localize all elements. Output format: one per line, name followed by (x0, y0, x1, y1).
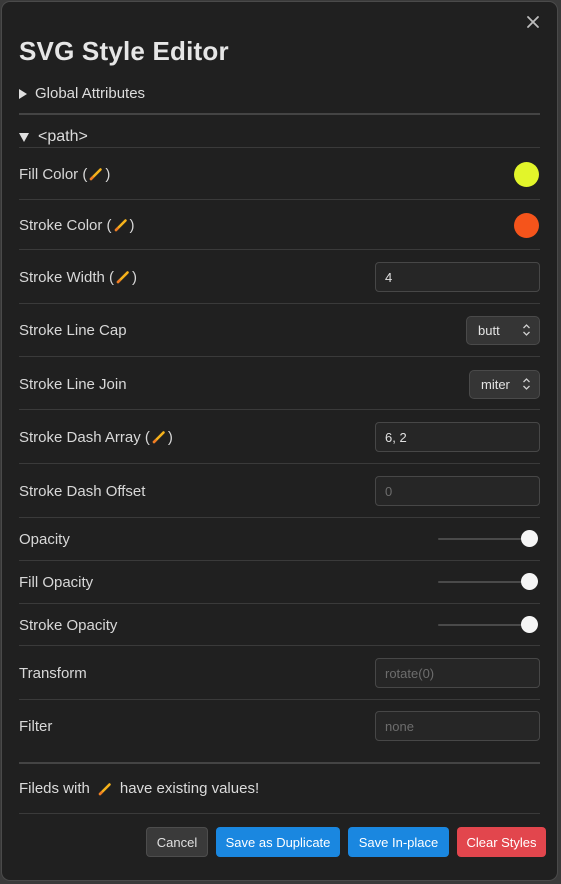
pencil-icon (152, 431, 165, 444)
label-text: ) (167, 428, 173, 446)
stroke-color-swatch[interactable] (514, 212, 539, 238)
label-text: Stroke Width ( (19, 268, 115, 286)
divider (19, 517, 540, 518)
filter-input[interactable]: none (375, 711, 540, 741)
fill-color-swatch[interactable] (514, 161, 539, 187)
style-editor-dialog: SVG Style Editor Global Attributes <path… (1, 1, 558, 881)
global-attributes-label: Global Attributes (35, 85, 146, 102)
opacity-row: Opacity (19, 529, 540, 549)
transform-label: Transform (19, 664, 87, 682)
slider-thumb[interactable] (521, 530, 538, 547)
caret-down-icon (19, 132, 29, 142)
chevron-updown-icon (523, 378, 530, 390)
slider-track (438, 624, 529, 626)
label-text: ) (105, 165, 111, 183)
stroke-opacity-row: Stroke Opacity (19, 615, 540, 635)
select-value: butt (478, 322, 500, 338)
slider-track (438, 538, 529, 540)
clear-styles-button[interactable]: Clear Styles (457, 827, 546, 857)
divider (19, 409, 540, 410)
close-icon[interactable] (525, 14, 541, 30)
path-section-label: <path> (38, 128, 88, 145)
divider (19, 199, 540, 200)
stroke-dasharray-label: Stroke Dash Array ( ) (19, 429, 173, 446)
divider (19, 113, 540, 115)
divider (19, 249, 540, 250)
opacity-slider[interactable] (438, 530, 538, 548)
slider-track (438, 581, 529, 583)
stroke-opacity-slider[interactable] (438, 616, 538, 634)
note-text: have existing values! (119, 780, 260, 797)
stroke-dasharray-input[interactable]: 6, 2 (375, 422, 540, 452)
transform-input[interactable]: rotate(0) (375, 658, 540, 688)
stroke-dashoffset-label: Stroke Dash Offset (19, 482, 146, 500)
stroke-linejoin-row: Stroke Line Join miter (19, 369, 540, 399)
fill-opacity-slider[interactable] (438, 573, 538, 591)
stroke-width-row: Stroke Width ( ) 4 (19, 262, 540, 292)
divider (19, 356, 540, 357)
slider-thumb[interactable] (521, 573, 538, 590)
stroke-width-label: Stroke Width ( ) (19, 269, 137, 286)
divider (19, 813, 540, 814)
fill-opacity-label: Fill Opacity (19, 573, 94, 591)
pencil-icon (98, 782, 111, 795)
stroke-linecap-select[interactable]: butt (466, 315, 540, 345)
pencil-icon (114, 219, 127, 232)
fill-color-label: Fill Color ( ) (19, 166, 110, 183)
divider (19, 560, 540, 561)
label-text: ) (132, 268, 138, 286)
label-text: Stroke Dash Array ( (19, 428, 150, 446)
divider (19, 303, 540, 304)
stroke-dashoffset-input[interactable]: 0 (375, 476, 540, 506)
label-text: ) (129, 216, 135, 234)
path-section-toggle[interactable]: <path> (19, 128, 88, 146)
fill-color-row: Fill Color ( ) (19, 160, 540, 188)
label-text: Fill Color ( (19, 165, 88, 183)
divider (19, 699, 540, 700)
note-text: Fileds with (19, 780, 90, 797)
fill-opacity-row: Fill Opacity (19, 572, 540, 592)
stroke-linecap-label: Stroke Line Cap (19, 321, 127, 339)
chevron-updown-icon (523, 324, 530, 336)
filter-label: Filter (19, 717, 53, 735)
stroke-width-input[interactable]: 4 (375, 262, 540, 292)
divider (19, 603, 540, 604)
stroke-linejoin-select[interactable]: miter (469, 369, 540, 399)
pencil-icon (116, 271, 129, 284)
divider (19, 762, 540, 764)
save-as-duplicate-button[interactable]: Save as Duplicate (216, 827, 340, 857)
label-text: Stroke Color ( (19, 216, 112, 234)
dialog-title: SVG Style Editor (19, 36, 229, 66)
stroke-dashoffset-row: Stroke Dash Offset 0 (19, 476, 540, 506)
divider (19, 147, 540, 148)
caret-right-icon (19, 88, 27, 99)
save-in-place-button[interactable]: Save In-place (348, 827, 449, 857)
filter-row: Filter none (19, 711, 540, 741)
select-value: miter (481, 376, 510, 392)
slider-thumb[interactable] (521, 616, 538, 633)
cancel-button[interactable]: Cancel (146, 827, 208, 857)
stroke-color-label: Stroke Color ( ) (19, 217, 135, 234)
existing-values-note: Fileds with have existing values! (19, 780, 259, 797)
stroke-linecap-row: Stroke Line Cap butt (19, 315, 540, 345)
stroke-dasharray-row: Stroke Dash Array ( ) 6, 2 (19, 422, 540, 452)
stroke-opacity-label: Stroke Opacity (19, 616, 118, 634)
transform-row: Transform rotate(0) (19, 658, 540, 688)
divider (19, 645, 540, 646)
pencil-icon (90, 168, 103, 181)
divider (19, 463, 540, 464)
global-attributes-toggle[interactable]: Global Attributes (19, 85, 145, 102)
stroke-color-row: Stroke Color ( ) (19, 211, 540, 239)
opacity-label: Opacity (19, 530, 70, 548)
stroke-linejoin-label: Stroke Line Join (19, 375, 127, 393)
